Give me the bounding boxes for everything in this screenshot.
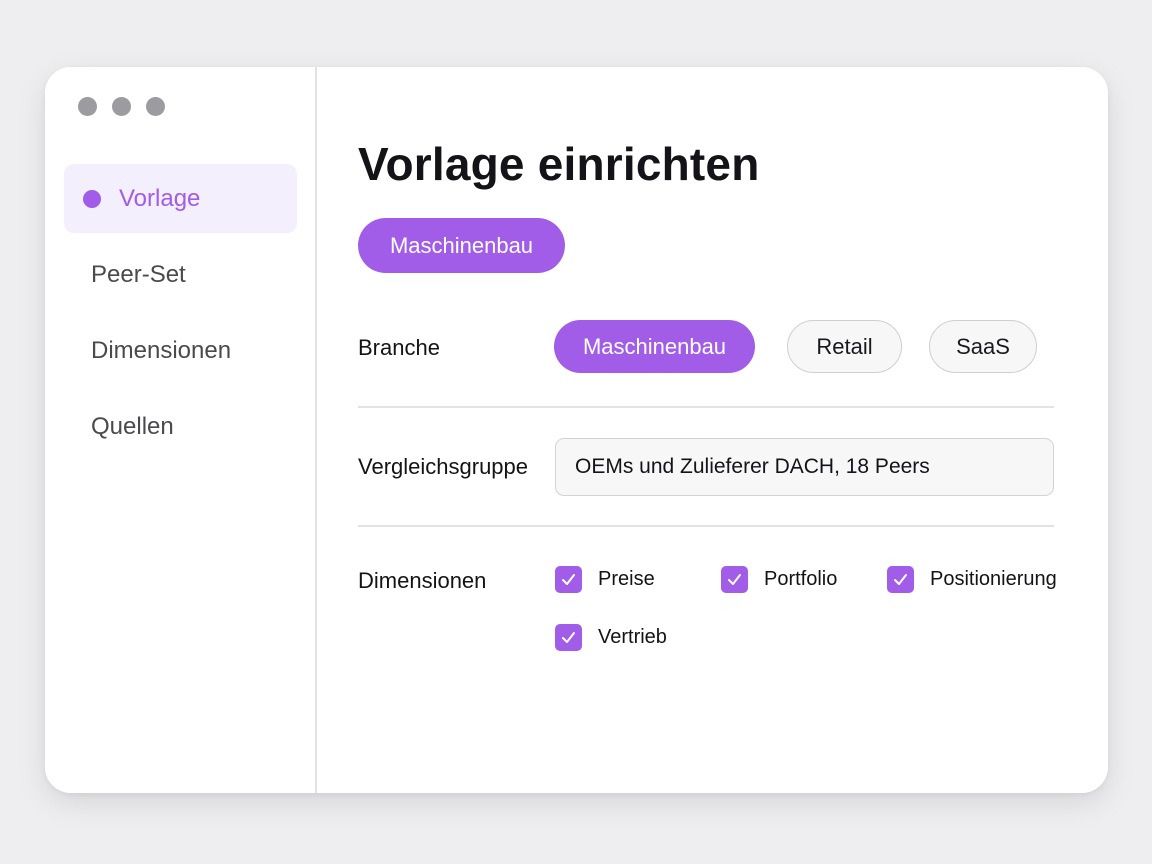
maximize-window-button[interactable] — [146, 97, 165, 116]
dimension-checkbox-positionierung[interactable]: Positionierung — [887, 566, 1057, 593]
sidebar-item-peer-set[interactable]: Peer-Set — [64, 240, 297, 309]
checkbox-label: Preise — [598, 568, 655, 590]
vergleichsgruppe-label: Vergleichsgruppe — [358, 454, 529, 479]
vergleichsgruppe-input[interactable] — [555, 438, 1054, 496]
sidebar-item-label: Quellen — [91, 412, 174, 440]
checkbox-checked-icon[interactable] — [555, 624, 582, 651]
sidebar-nav: Vorlage Peer-Set Dimensionen Quellen — [64, 164, 297, 468]
branche-label: Branche — [358, 335, 440, 360]
checkbox-label: Vertrieb — [598, 626, 667, 648]
sidebar: Vorlage Peer-Set Dimensionen Quellen — [45, 67, 317, 793]
divider — [358, 525, 1054, 527]
branche-option-maschinenbau[interactable]: Maschinenbau — [554, 320, 755, 373]
checkbox-label: Positionierung — [930, 568, 1057, 590]
checkbox-checked-icon[interactable] — [721, 566, 748, 593]
page-title: Vorlage einrichten — [358, 138, 760, 190]
sidebar-item-label: Peer-Set — [91, 260, 186, 288]
main-content: Vorlage einrichten Maschinenbau Branche … — [358, 67, 1108, 793]
divider — [358, 406, 1054, 408]
checkbox-checked-icon[interactable] — [887, 566, 914, 593]
window-controls — [78, 97, 165, 116]
app-window: Vorlage Peer-Set Dimensionen Quellen Vor… — [45, 67, 1108, 793]
template-industry-badge[interactable]: Maschinenbau — [358, 218, 565, 273]
dimension-checkbox-preise[interactable]: Preise — [555, 566, 655, 593]
sidebar-item-quellen[interactable]: Quellen — [64, 392, 297, 461]
checkbox-checked-icon[interactable] — [555, 566, 582, 593]
branche-option-saas[interactable]: SaaS — [929, 320, 1037, 373]
dimensionen-label: Dimensionen — [358, 568, 487, 593]
sidebar-item-vorlage[interactable]: Vorlage — [64, 164, 297, 233]
close-window-button[interactable] — [78, 97, 97, 116]
active-indicator-icon — [83, 189, 101, 208]
dimension-checkbox-portfolio[interactable]: Portfolio — [721, 566, 837, 593]
dimension-checkbox-vertrieb[interactable]: Vertrieb — [555, 624, 667, 651]
checkbox-label: Portfolio — [764, 568, 838, 590]
sidebar-item-label: Dimensionen — [91, 336, 232, 364]
sidebar-item-label: Vorlage — [119, 184, 201, 212]
branche-option-retail[interactable]: Retail — [787, 320, 902, 373]
sidebar-item-dimensionen[interactable]: Dimensionen — [64, 316, 297, 385]
minimize-window-button[interactable] — [112, 97, 131, 116]
